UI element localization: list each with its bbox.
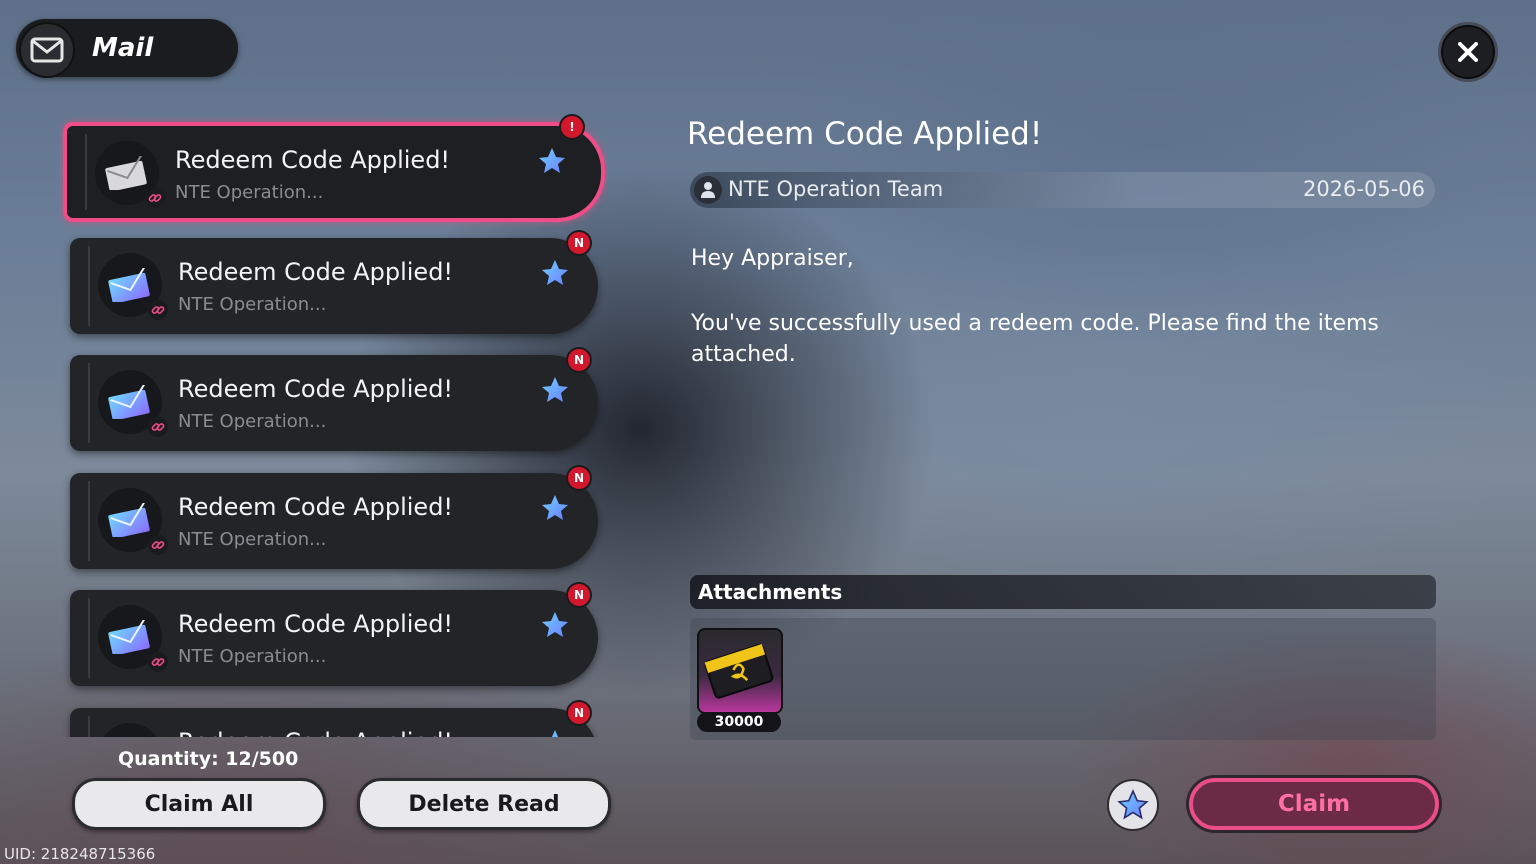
item-edge xyxy=(70,246,90,326)
attachment-quantity: 30000 xyxy=(697,712,781,732)
mail-body: You've successfully used a redeem code. … xyxy=(691,311,1379,367)
mail-sender: NTE Operation... xyxy=(175,182,324,203)
sender-name: NTE Operation Team xyxy=(728,177,944,201)
mail-list-item-4[interactable]: Redeem Code Applied! NTE Operation... N xyxy=(70,465,598,569)
link-icon xyxy=(148,417,168,437)
notification-badge: N xyxy=(566,465,592,491)
claim-button[interactable]: Claim xyxy=(1189,778,1439,830)
mail-quantity: Quantity: 12/500 xyxy=(118,748,299,770)
mail-sender: NTE Operation... xyxy=(178,646,327,667)
star-icon xyxy=(539,148,565,173)
page-title: Mail xyxy=(92,33,154,63)
mail-list[interactable]: Redeem Code Applied! NTE Operation... ! … xyxy=(60,112,608,737)
notification-badge: ! xyxy=(559,114,585,140)
mail-header: Mail xyxy=(16,19,238,78)
notification-badge: N xyxy=(566,700,592,726)
mail-sender: NTE Operation... xyxy=(178,529,327,550)
delete-read-button[interactable]: Delete Read xyxy=(357,778,611,830)
mail-list-item-5[interactable]: Redeem Code Applied! NTE Operation... N xyxy=(70,582,598,686)
item-edge xyxy=(70,363,90,443)
mail-list-item-2[interactable]: Redeem Code Applied! NTE Operation... N xyxy=(70,230,598,334)
item-edge xyxy=(70,598,90,678)
star-icon xyxy=(542,377,568,402)
close-icon xyxy=(1458,42,1478,62)
link-icon xyxy=(148,535,168,555)
favorite-button[interactable] xyxy=(1107,779,1159,831)
notification-badge: N xyxy=(566,347,592,373)
star-icon xyxy=(542,260,568,285)
mail-list-item-6[interactable]: Redeem Code Applied! NTE Operation... N xyxy=(70,700,598,737)
star-icon xyxy=(1117,789,1149,820)
notification-badge: N xyxy=(566,230,592,256)
card-icon xyxy=(704,643,774,699)
mail-sender: NTE Operation... xyxy=(178,411,327,432)
claim-all-button[interactable]: Claim All xyxy=(72,778,326,830)
item-edge xyxy=(67,134,87,210)
attachments-header: Attachments xyxy=(690,575,1436,609)
attachments-label: Attachments xyxy=(698,580,843,604)
star-icon xyxy=(551,730,559,737)
mail-list-item-1[interactable]: Redeem Code Applied! NTE Operation... ! xyxy=(63,114,605,222)
item-edge xyxy=(70,716,90,737)
mail-detail-title: Redeem Code Applied! xyxy=(687,116,1043,152)
envelope-icon xyxy=(98,723,162,737)
star-icon xyxy=(542,495,568,520)
mail-sender: NTE Operation... xyxy=(178,294,327,315)
mail-subject: Redeem Code Applied! xyxy=(178,258,454,286)
notification-badge: N xyxy=(566,582,592,608)
mail-list-item-3[interactable]: Redeem Code Applied! NTE Operation... N xyxy=(70,347,598,451)
mail-greeting: Hey Appraiser, xyxy=(691,246,854,271)
mail-date: 2026-05-06 xyxy=(1302,177,1425,201)
item-edge xyxy=(70,481,90,561)
mail-subject: Redeem Code Applied! xyxy=(178,375,454,403)
attachment-item[interactable] xyxy=(697,628,783,714)
mail-subject: Redeem Code Applied! xyxy=(178,728,453,737)
close-button[interactable] xyxy=(1441,25,1495,79)
link-icon xyxy=(148,300,168,320)
uid-label: UID: 218248715366 xyxy=(4,845,156,863)
envelope-icon xyxy=(19,22,75,78)
person-icon xyxy=(694,176,722,204)
link-icon xyxy=(148,652,168,672)
sender-bar: NTE Operation Team 2026-05-06 xyxy=(690,172,1435,208)
attachments-area xyxy=(690,618,1436,740)
mail-subject: Redeem Code Applied! xyxy=(175,146,451,174)
mail-subject: Redeem Code Applied! xyxy=(178,610,454,638)
mail-subject: Redeem Code Applied! xyxy=(178,493,454,521)
link-icon xyxy=(145,188,165,208)
star-icon xyxy=(542,612,568,637)
